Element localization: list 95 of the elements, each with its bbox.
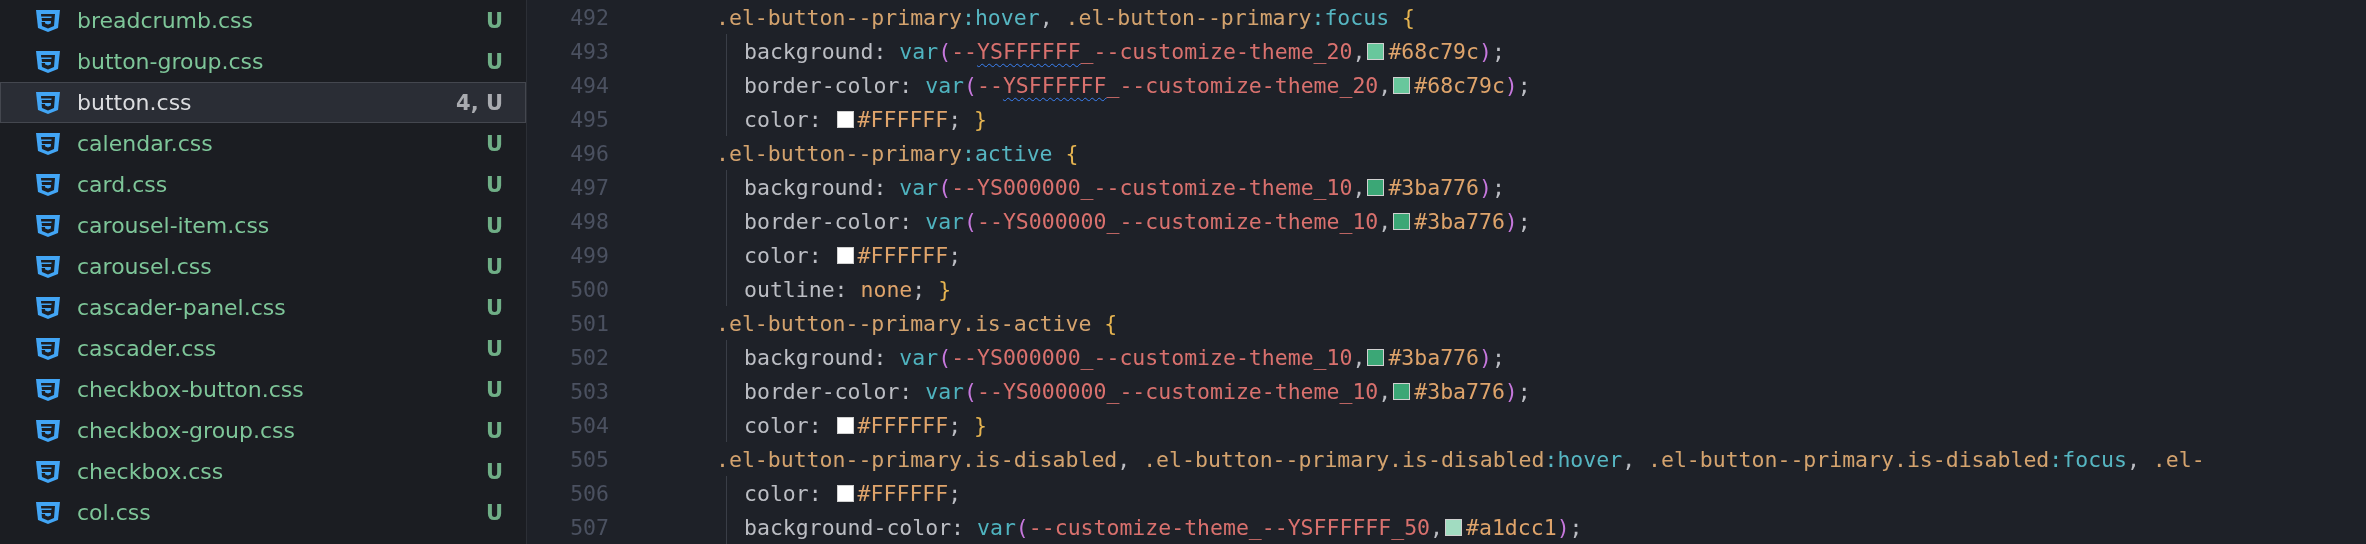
git-status: 4, U (456, 90, 503, 115)
code-text: #3ba776); (1388, 174, 1505, 200)
code-text: color: (744, 242, 823, 268)
line-number: 502 (569, 344, 609, 370)
css-file-icon (35, 459, 61, 484)
file-row[interactable]: checkbox-button.css U (0, 369, 526, 410)
code-text: .el-button--primary:hover, .el-button--primary:focus { (716, 4, 1416, 30)
file-name: col.css (77, 500, 152, 525)
css-file-icon (35, 49, 61, 74)
css-file-icon (35, 336, 61, 361)
code-text: .el-button--primary:active { (716, 140, 1079, 166)
line-number: 506 (569, 480, 609, 506)
git-status: U (485, 418, 503, 443)
line-number: 498 (569, 208, 609, 234)
code-text: color: (744, 106, 823, 132)
git-status: U (485, 213, 503, 238)
file-row[interactable]: cascader.css U (0, 328, 526, 369)
css-file-icon (35, 131, 61, 156)
file-row[interactable]: button.css 4, U (0, 82, 526, 123)
git-status: U (485, 459, 503, 484)
git-status: U (485, 377, 503, 402)
file-row[interactable]: breadcrumb.css U (0, 0, 526, 41)
file-name: card.css (77, 172, 169, 197)
code-text: #68c79c); (1414, 72, 1531, 98)
file-name: checkbox-button.css (77, 377, 305, 402)
file-row[interactable]: card.css U (0, 164, 526, 205)
line-number: 492 (569, 4, 609, 30)
file-name: carousel-item.css (77, 213, 271, 238)
git-status: U (485, 254, 503, 279)
css-file-icon (35, 418, 61, 443)
git-status: U (485, 131, 503, 156)
code-text: background: var(--YS000000_--customize-theme_10, (744, 174, 1366, 200)
code-text: border-color: var(--YS000000_--customize-theme_10, (744, 208, 1392, 234)
code-text: #3ba776); (1414, 378, 1531, 404)
file-row[interactable]: checkbox-group.css U (0, 410, 526, 451)
file-name: breadcrumb.css (77, 8, 254, 33)
code-text: color: (744, 480, 823, 506)
git-status: U (485, 336, 503, 361)
line-number: 494 (569, 72, 609, 98)
file-row[interactable]: button-group.css U (0, 41, 526, 82)
file-name: button-group.css (77, 49, 265, 74)
code-text: #a1dcc1); (1466, 514, 1583, 540)
code-text: .el-button--primary.is-disabled, .el-button--primary.is-disabled:hover, .el-button--primary.is-disabled:focus, .el- (716, 446, 2205, 472)
file-name: cascader-panel.css (77, 295, 287, 320)
git-status: U (485, 49, 503, 74)
git-status: U (485, 295, 503, 320)
code-text: background: var(--YS000000_--customize-theme_10, (744, 344, 1366, 370)
line-number: 505 (569, 446, 609, 472)
file-name: carousel.css (77, 254, 213, 279)
line-number: 495 (569, 106, 609, 132)
line-number: 507 (569, 514, 609, 540)
code-text: border-color: var(--YS000000_--customize-theme_10, (744, 378, 1392, 404)
code-text: #68c79c); (1388, 38, 1505, 64)
file-name: checkbox.css (77, 459, 225, 484)
file-row[interactable]: col.css U (0, 492, 526, 533)
css-file-icon (35, 172, 61, 197)
css-file-icon (35, 295, 61, 320)
code-text: #FFFFFF; (857, 480, 962, 506)
file-row[interactable]: checkbox.css U (0, 451, 526, 492)
git-status: U (485, 500, 503, 525)
file-name: calendar.css (77, 131, 214, 156)
line-number: 493 (569, 38, 609, 64)
code-text: #3ba776); (1388, 344, 1505, 370)
file-row[interactable]: cascader-panel.css U (0, 287, 526, 328)
line-number: 497 (569, 174, 609, 200)
file-name: cascader.css (77, 336, 218, 361)
line-number: 501 (569, 310, 609, 336)
line-number: 499 (569, 242, 609, 268)
file-row[interactable]: carousel.css U (0, 246, 526, 287)
file-name: button.css (77, 90, 193, 115)
code-text: .el-button--primary.is-active { (716, 310, 1118, 336)
css-file-icon (35, 377, 61, 402)
line-number: 503 (569, 378, 609, 404)
css-file-icon (35, 500, 61, 525)
git-status: U (485, 8, 503, 33)
line-number: 504 (569, 412, 609, 438)
code-text: #FFFFFF; } (857, 412, 988, 438)
line-number: 496 (569, 140, 609, 166)
file-row[interactable]: carousel-item.css U (0, 205, 526, 246)
code-text: #FFFFFF; (857, 242, 962, 268)
file-name: checkbox-group.css (77, 418, 297, 443)
code-text: #3ba776); (1414, 208, 1531, 234)
code-text: color: (744, 412, 823, 438)
code-text: background-color: var(--customize-theme_--YSFFFFFF_50, (744, 514, 1444, 540)
code-text: border-color: var(--YSFFFFFF_--customize-theme_20, (744, 72, 1392, 98)
css-file-icon (35, 90, 61, 115)
code-text: outline: none; } (744, 276, 952, 302)
css-file-icon (35, 254, 61, 279)
line-number: 500 (569, 276, 609, 302)
code-text: background: var(--YSFFFFFF_--customize-theme_20, (744, 38, 1366, 64)
git-status: U (485, 172, 503, 197)
css-file-icon (35, 213, 61, 238)
code-text: #FFFFFF; } (857, 106, 988, 132)
file-row[interactable]: calendar.css U (0, 123, 526, 164)
css-file-icon (35, 8, 61, 33)
